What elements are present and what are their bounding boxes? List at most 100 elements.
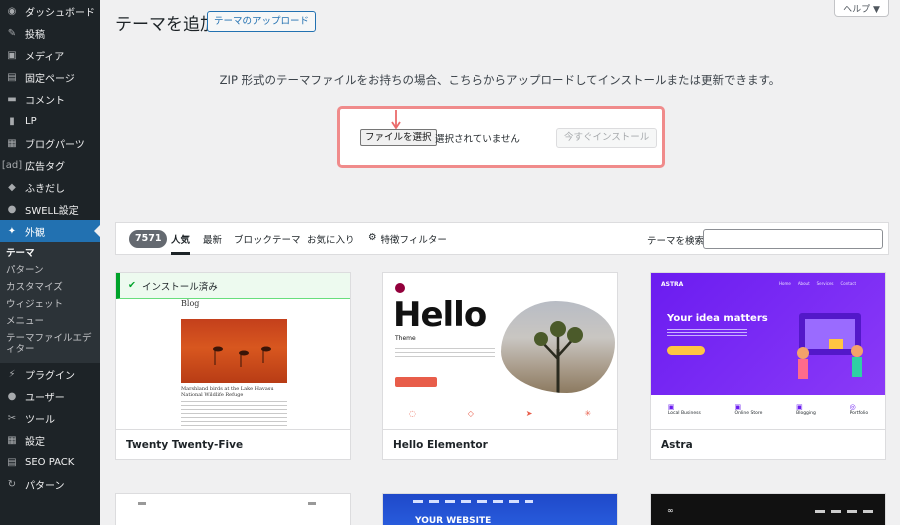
submenu-item[interactable]: テーマ [0,245,100,262]
theme-name: Astra [651,429,885,459]
preview-caption: Marshland birds at the Lake Havasu Natio… [181,386,274,398]
comment-icon: ▬ [7,93,17,105]
preview-hero: ASTRA Home About Services Contact Your i… [651,273,885,395]
sidebar-item-pin[interactable]: ✎ 投稿 [0,22,100,44]
nav-home: Home [779,281,791,286]
preview-text-lines [395,348,495,360]
sidebar-item-swell[interactable]: ● SWELL設定 [0,198,100,220]
submenu-item[interactable]: メニュー [0,313,100,330]
preview-nav: Home About Services Contact [779,281,856,286]
sidebar-item-blog-parts[interactable]: ▦ ブログパーツ [0,132,100,154]
sidebar-item-appearance[interactable]: ✦ 外観 [0,220,100,242]
sidebar-item-label: プラグイン [25,370,75,382]
preview-text-lines [667,329,747,337]
tab-block-themes[interactable]: ブロックテーマ [234,232,301,246]
sidebar-item-label: 投稿 [25,29,45,41]
sidebar-item-tools[interactable]: ✂ ツール [0,407,100,429]
theme-card-row2-2[interactable]: YOUR WEBSITE [382,493,618,525]
sidebar-item-label: 設定 [25,436,45,448]
page-title: テーマを追加 [115,15,217,35]
theme-card-astra[interactable]: ASTRA Home About Services Contact Your i… [650,272,886,460]
sidebar-item-settings[interactable]: ▦ 設定 [0,429,100,451]
preview-nav-lines [815,510,875,513]
sidebar-item-label: パターン [25,480,65,492]
swell-icon: ● [7,203,17,215]
gear-icon: ⚙ [368,232,377,243]
joshua-tree-icon [534,321,583,393]
preview-feature-row: ◌ ◇ ➤ ✳ [383,409,617,431]
dashboard-icon: ◉ [7,5,17,17]
illustration-icon [797,313,863,379]
appearance-submenu: テーマ パターン カスタマイズ ウィジェット メニュー テーマファイルエディター [0,242,100,363]
feature-portfolio: ◎ Portfolio [849,403,869,416]
sidebar-item-lp[interactable]: ▮ LP [0,110,100,132]
glasses-icon: ∞ [667,506,674,515]
preview-heading: Blog [181,299,200,308]
theme-search-input[interactable] [703,229,883,249]
sidebar-menu-bottom: ⚡ プラグイン ● ユーザー ✂ ツール ▦ 設定 ▤ SEO PACK ↻ パターン [0,363,100,495]
theme-card-hello-elementor[interactable]: Hello Theme ◌ ◇ ➤ ✳ Hello Elementor [382,272,618,460]
preview-headline: YOUR WEBSITE [415,516,492,525]
preview-cta-button [667,346,705,355]
sidebar-item-label: ユーザー [25,392,65,404]
nav-contact: Contact [840,281,857,286]
feature-online-store: ▣ Online Store [734,403,763,416]
sidebar-item-label: ダッシュボード [25,7,95,19]
installed-label: インストール済み [141,281,218,293]
pin-icon: ✎ [7,27,17,39]
install-now-button[interactable]: 今すぐインストール [556,128,658,148]
tab-popular[interactable]: 人気 [171,232,191,255]
sidebar-item-ad-tag[interactable]: [ad] 広告タグ [0,154,100,176]
theme-screenshot: Hello Theme ◌ ◇ ➤ ✳ [383,273,617,431]
help-button[interactable]: ヘルプ ▼ [834,0,889,17]
preview-cta-button [395,377,437,387]
preview-subtitle: Theme [395,335,416,342]
submenu-item[interactable]: カスタマイズ [0,279,100,296]
page-icon: ▤ [7,71,17,83]
feature-filter-button[interactable]: ⚙ 特徴フィルター [368,232,447,246]
preview-headline: Your idea matters [667,313,768,324]
theme-card-row2-3[interactable]: ∞ [650,493,886,525]
media-icon: ▣ [7,49,17,61]
preview-text-lines [138,502,328,505]
ad-tag-icon: [ad] [1,159,23,171]
sidebar-item-comment[interactable]: ▬ コメント [0,88,100,110]
sidebar-item-label: ブログパーツ [25,139,85,151]
sidebar-item-label: 外観 [25,227,45,239]
feature-blogging: ▣ Blogging [796,403,816,416]
theme-card-twenty-twenty-five[interactable]: ✔ インストール済み Blog Marshland birds at the L… [115,272,351,460]
choose-file-button[interactable]: ファイルを選択 [360,129,437,146]
preview-nav-lines [413,500,533,503]
sidebar-item-balloon[interactable]: ◆ ふきだし [0,176,100,198]
sidebar-item-media[interactable]: ▣ メディア [0,44,100,66]
sidebar-item-dashboard[interactable]: ◉ ダッシュボード [0,0,100,22]
sidebar-item-label: LP [25,115,37,127]
settings-icon: ▦ [7,434,17,446]
submenu-item[interactable]: パターン [0,262,100,279]
submenu-item[interactable]: テーマファイルエディター [0,330,100,358]
theme-name: Hello Elementor [383,429,617,459]
submenu-item[interactable]: ウィジェット [0,296,100,313]
sidebar-item-pattern[interactable]: ↻ パターン [0,473,100,495]
tab-latest[interactable]: 最新 [203,232,222,246]
sidebar-item-label: 広告タグ [25,161,65,173]
sidebar-item-user[interactable]: ● ユーザー [0,385,100,407]
sidebar-item-label: コメント [25,95,65,107]
upload-theme-button[interactable]: テーマのアップロード [207,11,317,32]
sidebar-item-page[interactable]: ▤ 固定ページ [0,66,100,88]
no-file-selected-text: 選択されていません [435,134,520,145]
preview-logo: ASTRA [661,281,684,288]
user-icon: ● [7,390,17,402]
sidebar-item-label: ふきだし [25,183,65,195]
sidebar-item-plugin[interactable]: ⚡ プラグイン [0,363,100,385]
tab-favorites[interactable]: お気に入り [307,232,355,246]
balloon-icon: ◆ [8,181,16,193]
help-label: ヘルプ ▼ [843,4,880,15]
theme-name: Twenty Twenty-Five [116,429,350,459]
preview-text-lines [181,401,287,431]
sidebar-item-seo-pack[interactable]: ▤ SEO PACK [0,451,100,473]
theme-card-row2-1[interactable] [115,493,351,525]
snowflake-icon: ✳ [584,409,592,418]
sidebar-menu-top: ◉ ダッシュボード ✎ 投稿 ▣ メディア ▤ 固定ページ ▬ コメント ▮ LP ▦ ブログパーツ [ad… [0,0,100,220]
sidebar-item-label: SEO PACK [25,456,75,468]
